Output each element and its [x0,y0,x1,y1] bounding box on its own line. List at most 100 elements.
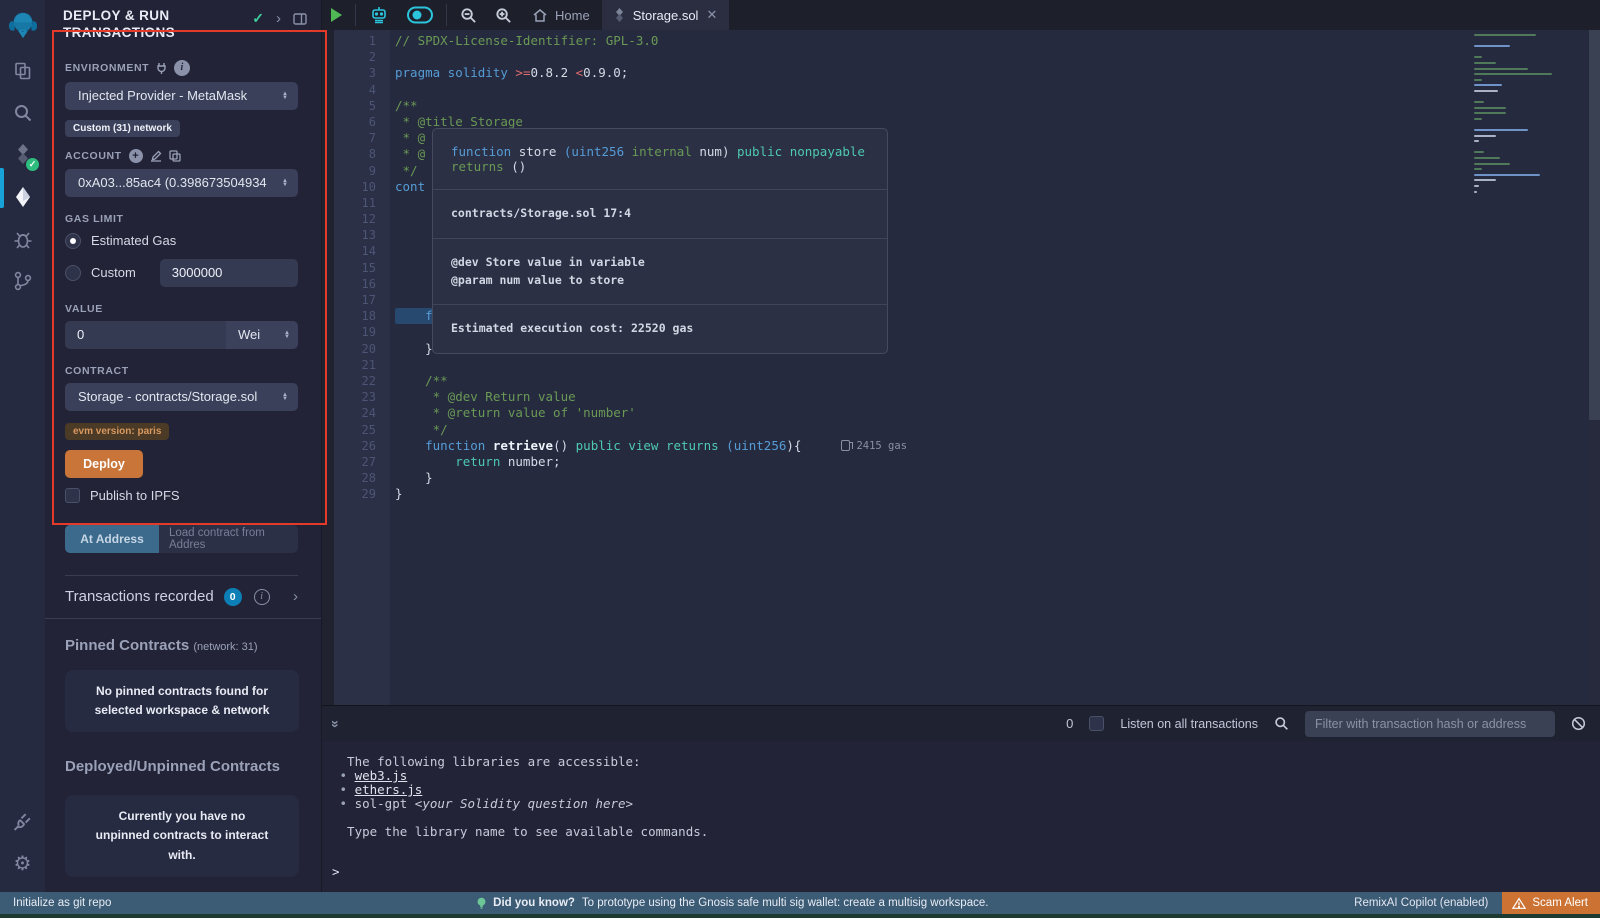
estimated-gas-option[interactable]: Estimated Gas [65,233,298,249]
chevron-right-icon[interactable]: › [293,588,298,605]
custom-gas-option[interactable]: Custom 3000000 [65,259,298,287]
terminal-line: • sol-gpt <your Solidity question here> [332,797,1600,811]
run-script-button[interactable] [322,0,351,30]
code-line[interactable]: } [390,486,1600,502]
scrollbar-thumb[interactable] [1589,30,1600,420]
publish-ipfs-option[interactable]: Publish to IPFS [65,488,298,503]
publish-checkbox[interactable] [65,488,80,503]
terminal-link[interactable]: web3.js [355,768,408,783]
edit-icon[interactable] [150,150,162,162]
account-select[interactable]: 0xA03...85ac4 (0.398673504934 ▲▼ [65,169,298,197]
search-icon[interactable] [0,92,45,134]
custom-gas-input[interactable]: 3000000 [160,259,298,287]
radio-unselected-icon[interactable] [65,265,81,281]
code-line[interactable]: // SPDX-License-Identifier: GPL-3.0 [390,33,1600,49]
line-number: 25 [334,422,390,438]
deployed-empty-message: Currently you have no unpinned contracts… [65,795,299,877]
minimap-line [1474,101,1484,103]
solidity-file-icon [614,8,625,22]
publish-label: Publish to IPFS [90,488,180,503]
check-icon: ✓ [252,10,264,27]
remix-logo-icon[interactable] [0,0,45,50]
terminal-header: » 0 Listen on all transactions Filter wi… [322,705,1600,741]
info-icon[interactable]: i [254,589,270,605]
value-input[interactable]: 0 [65,321,226,349]
zoom-in-icon[interactable] [486,0,521,30]
custom-gas-label: Custom [91,265,136,280]
line-number: 17 [334,292,390,308]
ai-copilot-icon[interactable] [360,0,398,30]
code-line[interactable] [390,357,1600,373]
load-contract-input[interactable]: Load contract from Addres [159,525,298,553]
code-line[interactable]: return number; [390,454,1600,470]
file-tab-label: Storage.sol [633,8,699,23]
copilot-status[interactable]: RemixAI Copilot (enabled) [1354,897,1488,909]
scam-alert-label: Scam Alert [1532,897,1588,909]
git-init-status[interactable]: Initialize as git repo [13,897,111,909]
account-label-row: ACCOUNT + [65,149,298,163]
minimap-line [1474,174,1540,176]
radio-selected-icon[interactable] [65,233,81,249]
filter-input[interactable]: Filter with transaction hash or address [1305,711,1555,737]
minimap[interactable] [1474,34,1584,196]
minimap-line [1474,185,1479,187]
tab-home[interactable]: Home [521,0,602,30]
plug-icon[interactable] [156,62,167,74]
deploy-and-run-icon[interactable] [0,176,45,218]
deploy-panel: DEPLOY & RUN TRANSACTIONS ✓ › ENVIRONMEN… [45,0,322,892]
deploy-button[interactable]: Deploy [65,450,143,478]
info-icon[interactable]: i [174,60,190,76]
terminal-link[interactable]: ethers.js [355,782,423,797]
minimap-line [1474,129,1528,131]
settings-icon[interactable]: ⚙ [0,842,45,884]
terminal-body[interactable]: The following libraries are accessible: … [322,741,1600,892]
minimap-line [1474,90,1498,92]
did-you-know-text: To prototype using the Gnosis safe multi… [582,897,989,909]
minimap-line [1474,118,1482,120]
solidity-compiler-icon[interactable]: ✓ [0,134,45,176]
environment-select[interactable]: Injected Provider - MetaMask ▲▼ [65,82,298,110]
code-line[interactable]: /** [390,98,1600,114]
code-line[interactable]: */ [390,422,1600,438]
copilot-toggle[interactable] [398,0,442,30]
chevron-right-icon[interactable]: › [276,10,281,27]
zoom-out-icon[interactable] [451,0,486,30]
collapse-terminal-icon[interactable]: » [328,720,344,728]
value-unit-select[interactable]: Wei ▲▼ [226,321,298,349]
minimap-line [1474,157,1500,159]
deployed-contracts-heading: Deployed/Unpinned Contracts [45,732,321,775]
debugger-icon[interactable] [0,218,45,260]
code-line[interactable]: * @dev Return value [390,389,1600,405]
code-editor[interactable]: 1234567891011121314151617181920212223242… [322,30,1600,705]
file-explorer-icon[interactable] [0,50,45,92]
close-tab-icon[interactable]: ✕ [706,7,717,23]
git-icon[interactable] [0,260,45,302]
plugin-manager-icon[interactable] [0,800,45,842]
custom-gas-value: 3000000 [172,265,223,280]
add-account-icon[interactable]: + [129,149,143,163]
code-line[interactable]: } [390,470,1600,486]
tab-bar: Home Storage.sol ✕ [322,0,1600,30]
main-area: Home Storage.sol ✕ 123456789101112131415… [322,0,1600,892]
listen-checkbox[interactable] [1089,716,1104,731]
tab-storage-sol[interactable]: Storage.sol ✕ [602,0,730,30]
terminal-search-icon[interactable] [1274,716,1289,731]
code-line[interactable]: * @return value of 'number' [390,405,1600,421]
at-address-button[interactable]: At Address [65,525,159,553]
scam-alert-badge[interactable]: Scam Alert [1502,892,1600,914]
code-line[interactable]: pragma solidity >=0.8.2 <0.9.0; [390,65,1600,81]
contract-select[interactable]: Storage - contracts/Storage.sol ▲▼ [65,383,298,411]
editor-scrollbar[interactable] [1589,30,1600,705]
line-number: 8 [334,146,390,162]
terminal-prompt[interactable]: > [332,865,1600,879]
clear-terminal-icon[interactable] [1571,716,1586,731]
contract-value: Storage - contracts/Storage.sol [78,389,257,404]
code-line[interactable]: /** [390,373,1600,389]
line-number: 12 [334,211,390,227]
code-line[interactable]: function retrieve() public view returns … [390,438,1600,454]
transactions-recorded-row[interactable]: Transactions recorded 0 i › [45,576,321,619]
code-line[interactable] [390,82,1600,98]
code-line[interactable] [390,49,1600,65]
pin-panel-icon[interactable] [293,13,307,25]
copy-icon[interactable] [169,150,181,162]
